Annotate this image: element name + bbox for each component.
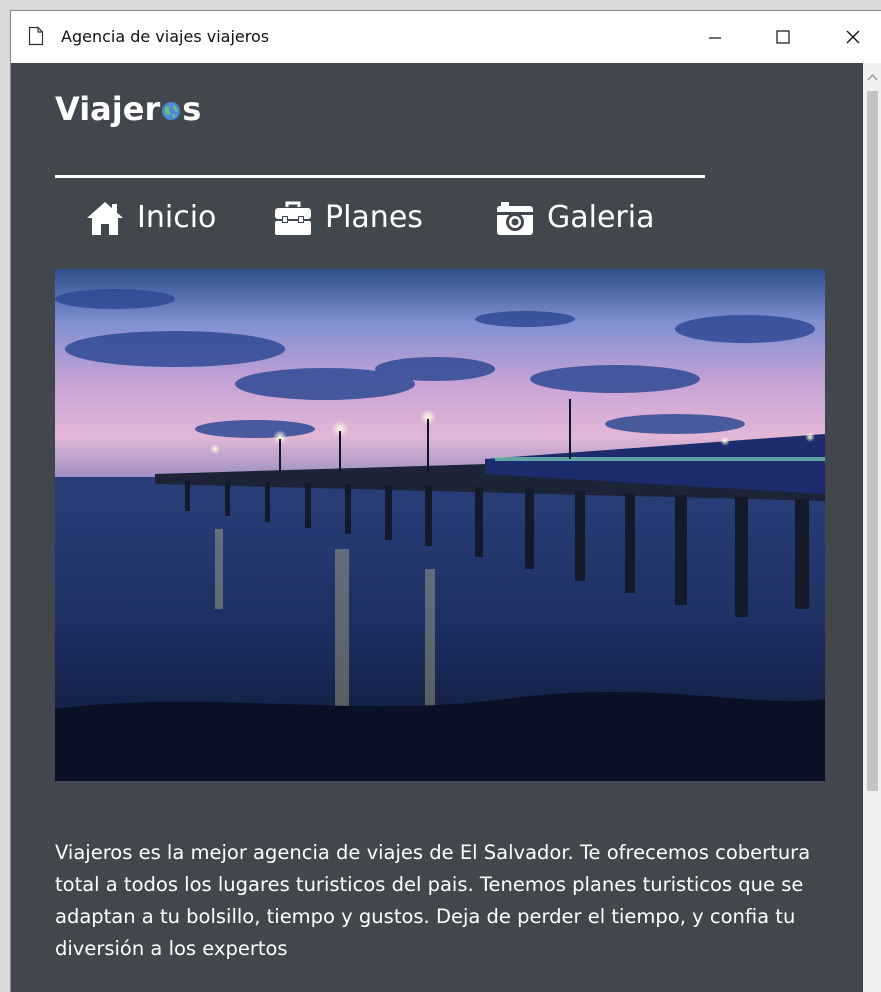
maximize-icon bbox=[776, 30, 790, 44]
close-button[interactable] bbox=[823, 11, 881, 63]
minimize-button[interactable] bbox=[685, 11, 745, 63]
nav-item-planes[interactable]: Planes bbox=[273, 193, 423, 243]
scrollbar-thumb[interactable] bbox=[867, 91, 878, 791]
title-bar[interactable]: Agencia de viajes viajeros bbox=[11, 11, 881, 63]
site-logo[interactable]: Viajer s bbox=[55, 89, 201, 129]
close-icon bbox=[846, 30, 860, 44]
toolbox-icon bbox=[275, 201, 311, 235]
nav-label-galeria: Galeria bbox=[547, 200, 655, 235]
description-text: Viajeros es la mejor agencia de viajes d… bbox=[55, 840, 811, 960]
camera-icon bbox=[497, 202, 533, 235]
maximize-button[interactable] bbox=[753, 11, 813, 63]
header-divider bbox=[55, 175, 705, 178]
scroll-up-arrow-icon[interactable] bbox=[867, 73, 878, 81]
home-icon bbox=[87, 202, 123, 235]
logo-text-suffix: s bbox=[182, 90, 202, 128]
logo-text-prefix: Viajer bbox=[55, 90, 161, 128]
nav-item-galeria[interactable]: Galeria bbox=[495, 193, 654, 243]
window-title: Agencia de viajes viajeros bbox=[61, 27, 270, 46]
nav-label-planes: Planes bbox=[325, 200, 423, 235]
page-content: Viajer s Inicio Planes Galeria Viajeros … bbox=[11, 63, 863, 992]
nav-item-inicio[interactable]: Inicio bbox=[85, 193, 216, 243]
nav-label-inicio: Inicio bbox=[137, 200, 217, 235]
minimize-icon bbox=[709, 37, 721, 39]
hero-image[interactable] bbox=[55, 269, 825, 781]
vertical-scrollbar[interactable] bbox=[863, 63, 881, 992]
browser-window: Agencia de viajes viajeros Viajer s Inic… bbox=[10, 10, 881, 992]
document-icon bbox=[28, 26, 44, 46]
globe-icon bbox=[162, 102, 181, 120]
